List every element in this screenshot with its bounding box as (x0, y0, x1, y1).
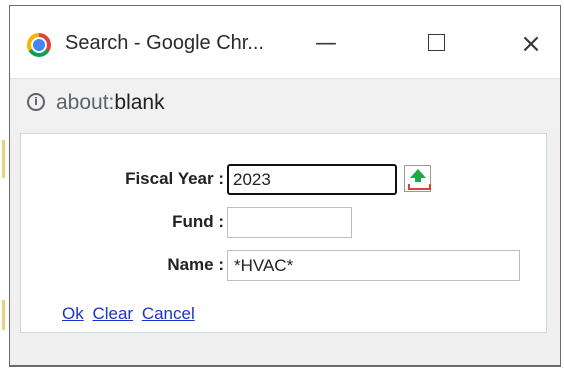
background-strip (0, 0, 9, 376)
url-path: blank (114, 91, 165, 114)
close-button[interactable]: × (508, 24, 554, 64)
action-links: Ok Clear Cancel (62, 304, 199, 324)
url-prefix: about: (56, 91, 115, 114)
background-accent (2, 140, 5, 178)
search-form: Fiscal Year : 2023 Fund : Name : *HVAC* … (20, 133, 547, 333)
chrome-icon (27, 33, 51, 57)
address-bar[interactable]: i about:blank (10, 78, 560, 129)
ok-link[interactable]: Ok (62, 304, 84, 323)
fund-input[interactable] (227, 207, 352, 238)
page-bottom (0, 370, 564, 376)
window-title: Search - Google Chr... (65, 32, 264, 54)
clear-link[interactable]: Clear (92, 304, 133, 323)
cancel-link[interactable]: Cancel (142, 304, 195, 323)
maximize-button[interactable] (413, 24, 459, 64)
minimize-button[interactable]: — (303, 24, 349, 64)
title-bar[interactable]: Search - Google Chr... — × (10, 6, 560, 78)
fiscal-year-label: Fiscal Year : (125, 169, 224, 188)
name-label: Name : (167, 255, 224, 274)
popup-window: Search - Google Chr... — × i about:blank… (9, 5, 561, 367)
background-accent (2, 300, 5, 330)
fund-label: Fund : (172, 212, 224, 231)
name-input[interactable]: *HVAC* (227, 250, 520, 281)
maximize-icon (427, 34, 445, 51)
url-text: about:blank (56, 91, 165, 115)
info-icon[interactable]: i (27, 93, 45, 111)
fiscal-year-input[interactable]: 2023 (227, 164, 397, 195)
lookup-upload-icon[interactable] (404, 165, 431, 192)
